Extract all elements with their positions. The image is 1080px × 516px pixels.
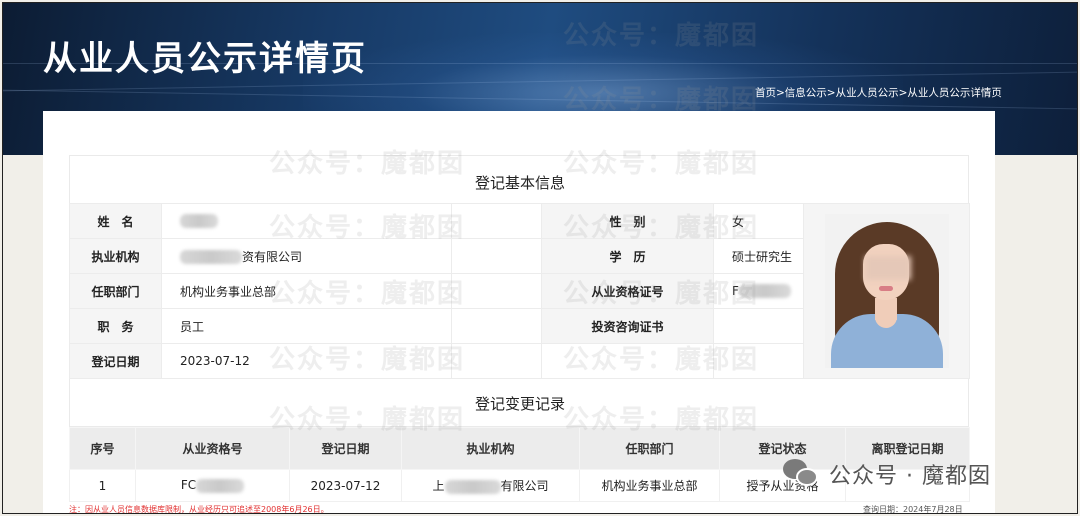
gender-value: 女 bbox=[713, 203, 804, 239]
portrait-photo bbox=[824, 214, 949, 368]
column-header: 序号 bbox=[69, 427, 136, 470]
wechat-bubble-small bbox=[796, 468, 818, 486]
row-date: 2023-07-12 bbox=[289, 469, 402, 502]
org-value-text: 资有限公司 bbox=[242, 249, 303, 264]
spacer-cell bbox=[451, 343, 542, 379]
row-org: 上 有限公司 bbox=[401, 469, 580, 502]
redacted-org bbox=[180, 250, 242, 264]
column-header: 从业资格号 bbox=[135, 427, 290, 470]
column-header: 任职部门 bbox=[579, 427, 720, 470]
wechat-icon bbox=[783, 459, 821, 489]
column-header: 登记日期 bbox=[289, 427, 402, 470]
photo-cell bbox=[803, 203, 970, 379]
row-index: 1 bbox=[69, 469, 136, 502]
org-label: 执业机构 bbox=[69, 238, 162, 274]
row-org-prefix: 上 bbox=[432, 479, 445, 493]
photo-lips bbox=[878, 286, 893, 291]
redacted-org bbox=[444, 479, 501, 494]
watermark-badge: 公众号 · 魔都囡 bbox=[783, 455, 1063, 493]
detail-card: 登记基本信息 姓 名 性 别 女 执业机构 资有限公司 学 历 硕士研究生 任职… bbox=[43, 111, 995, 513]
education-value: 硕士研究生 bbox=[713, 238, 804, 274]
education-label: 学 历 bbox=[541, 238, 714, 274]
spacer-cell bbox=[451, 238, 542, 274]
advisor-cert-value bbox=[713, 308, 804, 344]
column-header: 执业机构 bbox=[401, 427, 580, 470]
spacer-cell bbox=[541, 343, 714, 379]
info-row: 姓 名 性 别 女 bbox=[69, 203, 970, 379]
spacer-cell bbox=[713, 343, 804, 379]
cert-value: F bbox=[713, 273, 804, 309]
reg-date-label: 登记日期 bbox=[69, 343, 162, 379]
spacer-cell bbox=[451, 203, 542, 239]
redacted-name bbox=[180, 214, 218, 229]
query-date: 查询日期：2024年7月28日 bbox=[863, 505, 963, 514]
row-cert: FC bbox=[135, 469, 290, 502]
breadcrumb[interactable]: 首页>信息公示>从业人员公示>从业人员公示详情页 bbox=[755, 85, 1002, 100]
page-title: 从业人员公示详情页 bbox=[43, 39, 367, 79]
advisor-cert-label: 投资咨询证书 bbox=[541, 308, 714, 344]
name-label: 姓 名 bbox=[69, 203, 162, 239]
watermark-badge-text: 公众号 · 魔都囡 bbox=[829, 464, 991, 489]
spacer-cell bbox=[451, 273, 542, 309]
photo-face-redaction bbox=[864, 256, 911, 280]
data-limit-notice: 注：因从业人员信息数据库限制，从业经历只可追述至2008年6月26日。 bbox=[69, 505, 329, 514]
cert-value-text: F bbox=[732, 283, 739, 298]
name-value bbox=[161, 203, 452, 239]
redacted-cert bbox=[738, 284, 791, 299]
change-records-section: 登记变更记录 bbox=[69, 379, 969, 427]
gender-label: 性 别 bbox=[541, 203, 714, 239]
position-label: 职 务 bbox=[69, 308, 162, 344]
org-value: 资有限公司 bbox=[161, 238, 452, 274]
redacted-cert bbox=[196, 478, 245, 493]
page-frame: 从业人员公示详情页 首页>信息公示>从业人员公示>从业人员公示详情页 登记基本信… bbox=[2, 2, 1078, 514]
spacer-cell bbox=[451, 308, 542, 344]
reg-date-value: 2023-07-12 bbox=[161, 343, 452, 379]
row-cert-text: FC bbox=[180, 478, 197, 493]
basic-info-title: 登记基本信息 bbox=[474, 174, 565, 192]
basic-info-table: 姓 名 性 别 女 执业机构 资有限公司 学 历 硕士研究生 任职部门 机构业务… bbox=[69, 203, 970, 379]
row-org-suffix: 有限公司 bbox=[500, 479, 549, 493]
cert-label: 从业资格证号 bbox=[541, 273, 714, 309]
dept-label: 任职部门 bbox=[69, 273, 162, 309]
dept-value: 机构业务事业总部 bbox=[161, 273, 452, 309]
row-dept: 机构业务事业总部 bbox=[579, 469, 720, 502]
position-value: 员工 bbox=[161, 308, 452, 344]
change-records-title: 登记变更记录 bbox=[474, 395, 565, 413]
